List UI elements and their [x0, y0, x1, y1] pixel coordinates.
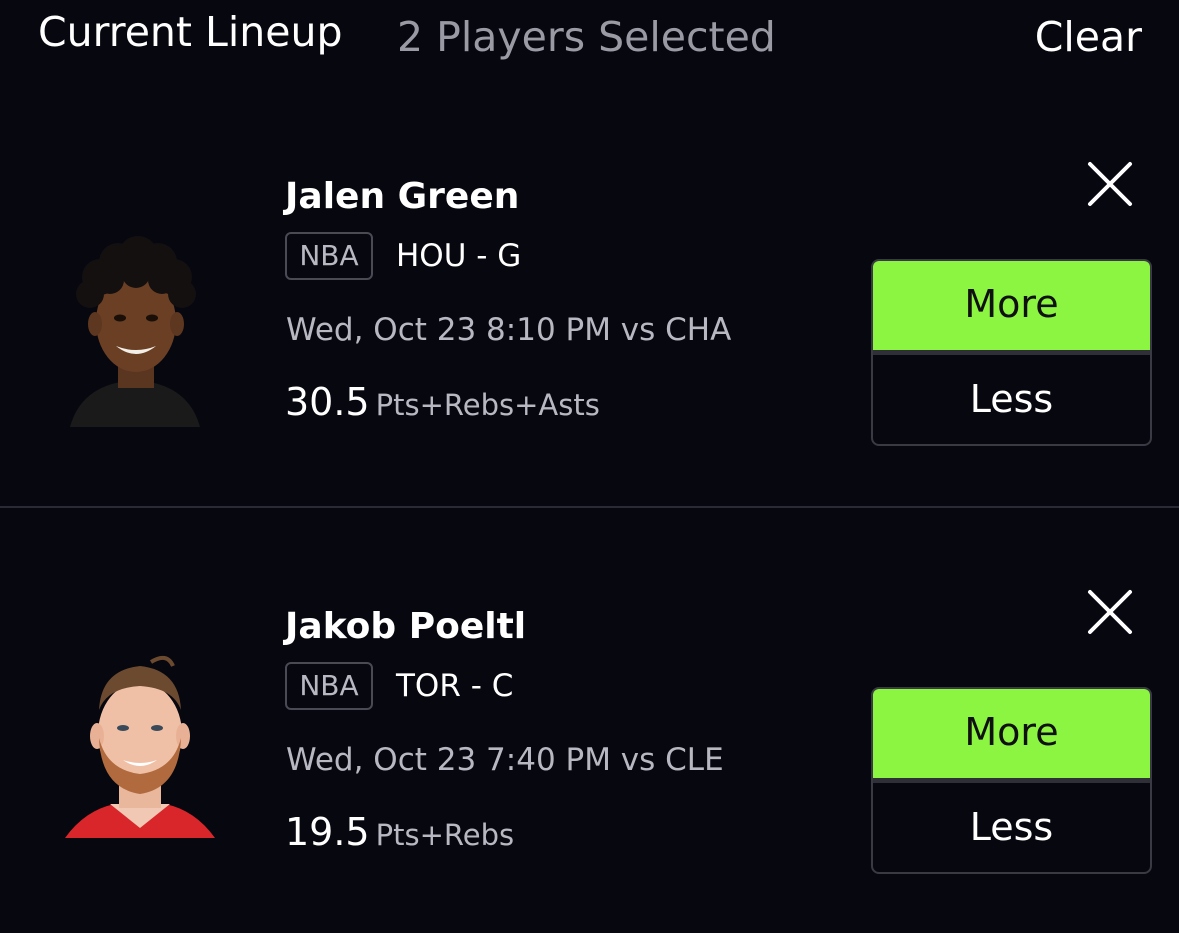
more-button[interactable]: More: [873, 689, 1150, 778]
less-button[interactable]: Less: [873, 783, 1150, 872]
line-stat: Pts+Rebs+Asts: [375, 388, 600, 422]
close-icon[interactable]: [1082, 584, 1138, 640]
player-name: Jalen Green: [285, 176, 520, 217]
card-divider: [0, 506, 1179, 508]
player-name: Jakob Poeltl: [285, 606, 527, 647]
line-value: 19.5: [285, 810, 370, 854]
more-less-selector: More Less: [871, 687, 1152, 874]
projection-line: 30.5 Pts+Rebs+Asts: [285, 380, 600, 424]
player-avatar: [65, 655, 215, 838]
team-position: TOR - C: [396, 668, 514, 704]
more-button[interactable]: More: [873, 261, 1150, 350]
player-avatar: [70, 236, 200, 427]
game-time: Wed, Oct 23 8:10 PM vs CHA: [286, 312, 732, 348]
player-card: Jakob Poeltl NBA TOR - C Wed, Oct 23 7:4…: [0, 570, 1179, 930]
page-title: Current Lineup: [38, 8, 343, 56]
close-icon[interactable]: [1082, 156, 1138, 212]
more-less-selector: More Less: [871, 259, 1152, 446]
line-stat: Pts+Rebs: [375, 818, 515, 852]
league-badge: NBA: [285, 662, 373, 710]
projection-line: 19.5 Pts+Rebs: [285, 810, 514, 854]
line-value: 30.5: [285, 380, 370, 424]
game-time: Wed, Oct 23 7:40 PM vs CLE: [286, 742, 724, 778]
selected-count: 2 Players Selected: [397, 13, 776, 61]
lineup-header: Current Lineup 2 Players Selected Clear: [0, 0, 1179, 80]
team-position: HOU - G: [396, 238, 522, 274]
league-badge: NBA: [285, 232, 373, 280]
less-button[interactable]: Less: [873, 355, 1150, 444]
player-card: Jalen Green NBA HOU - G Wed, Oct 23 8:10…: [0, 140, 1179, 506]
clear-button[interactable]: Clear: [1035, 13, 1142, 61]
